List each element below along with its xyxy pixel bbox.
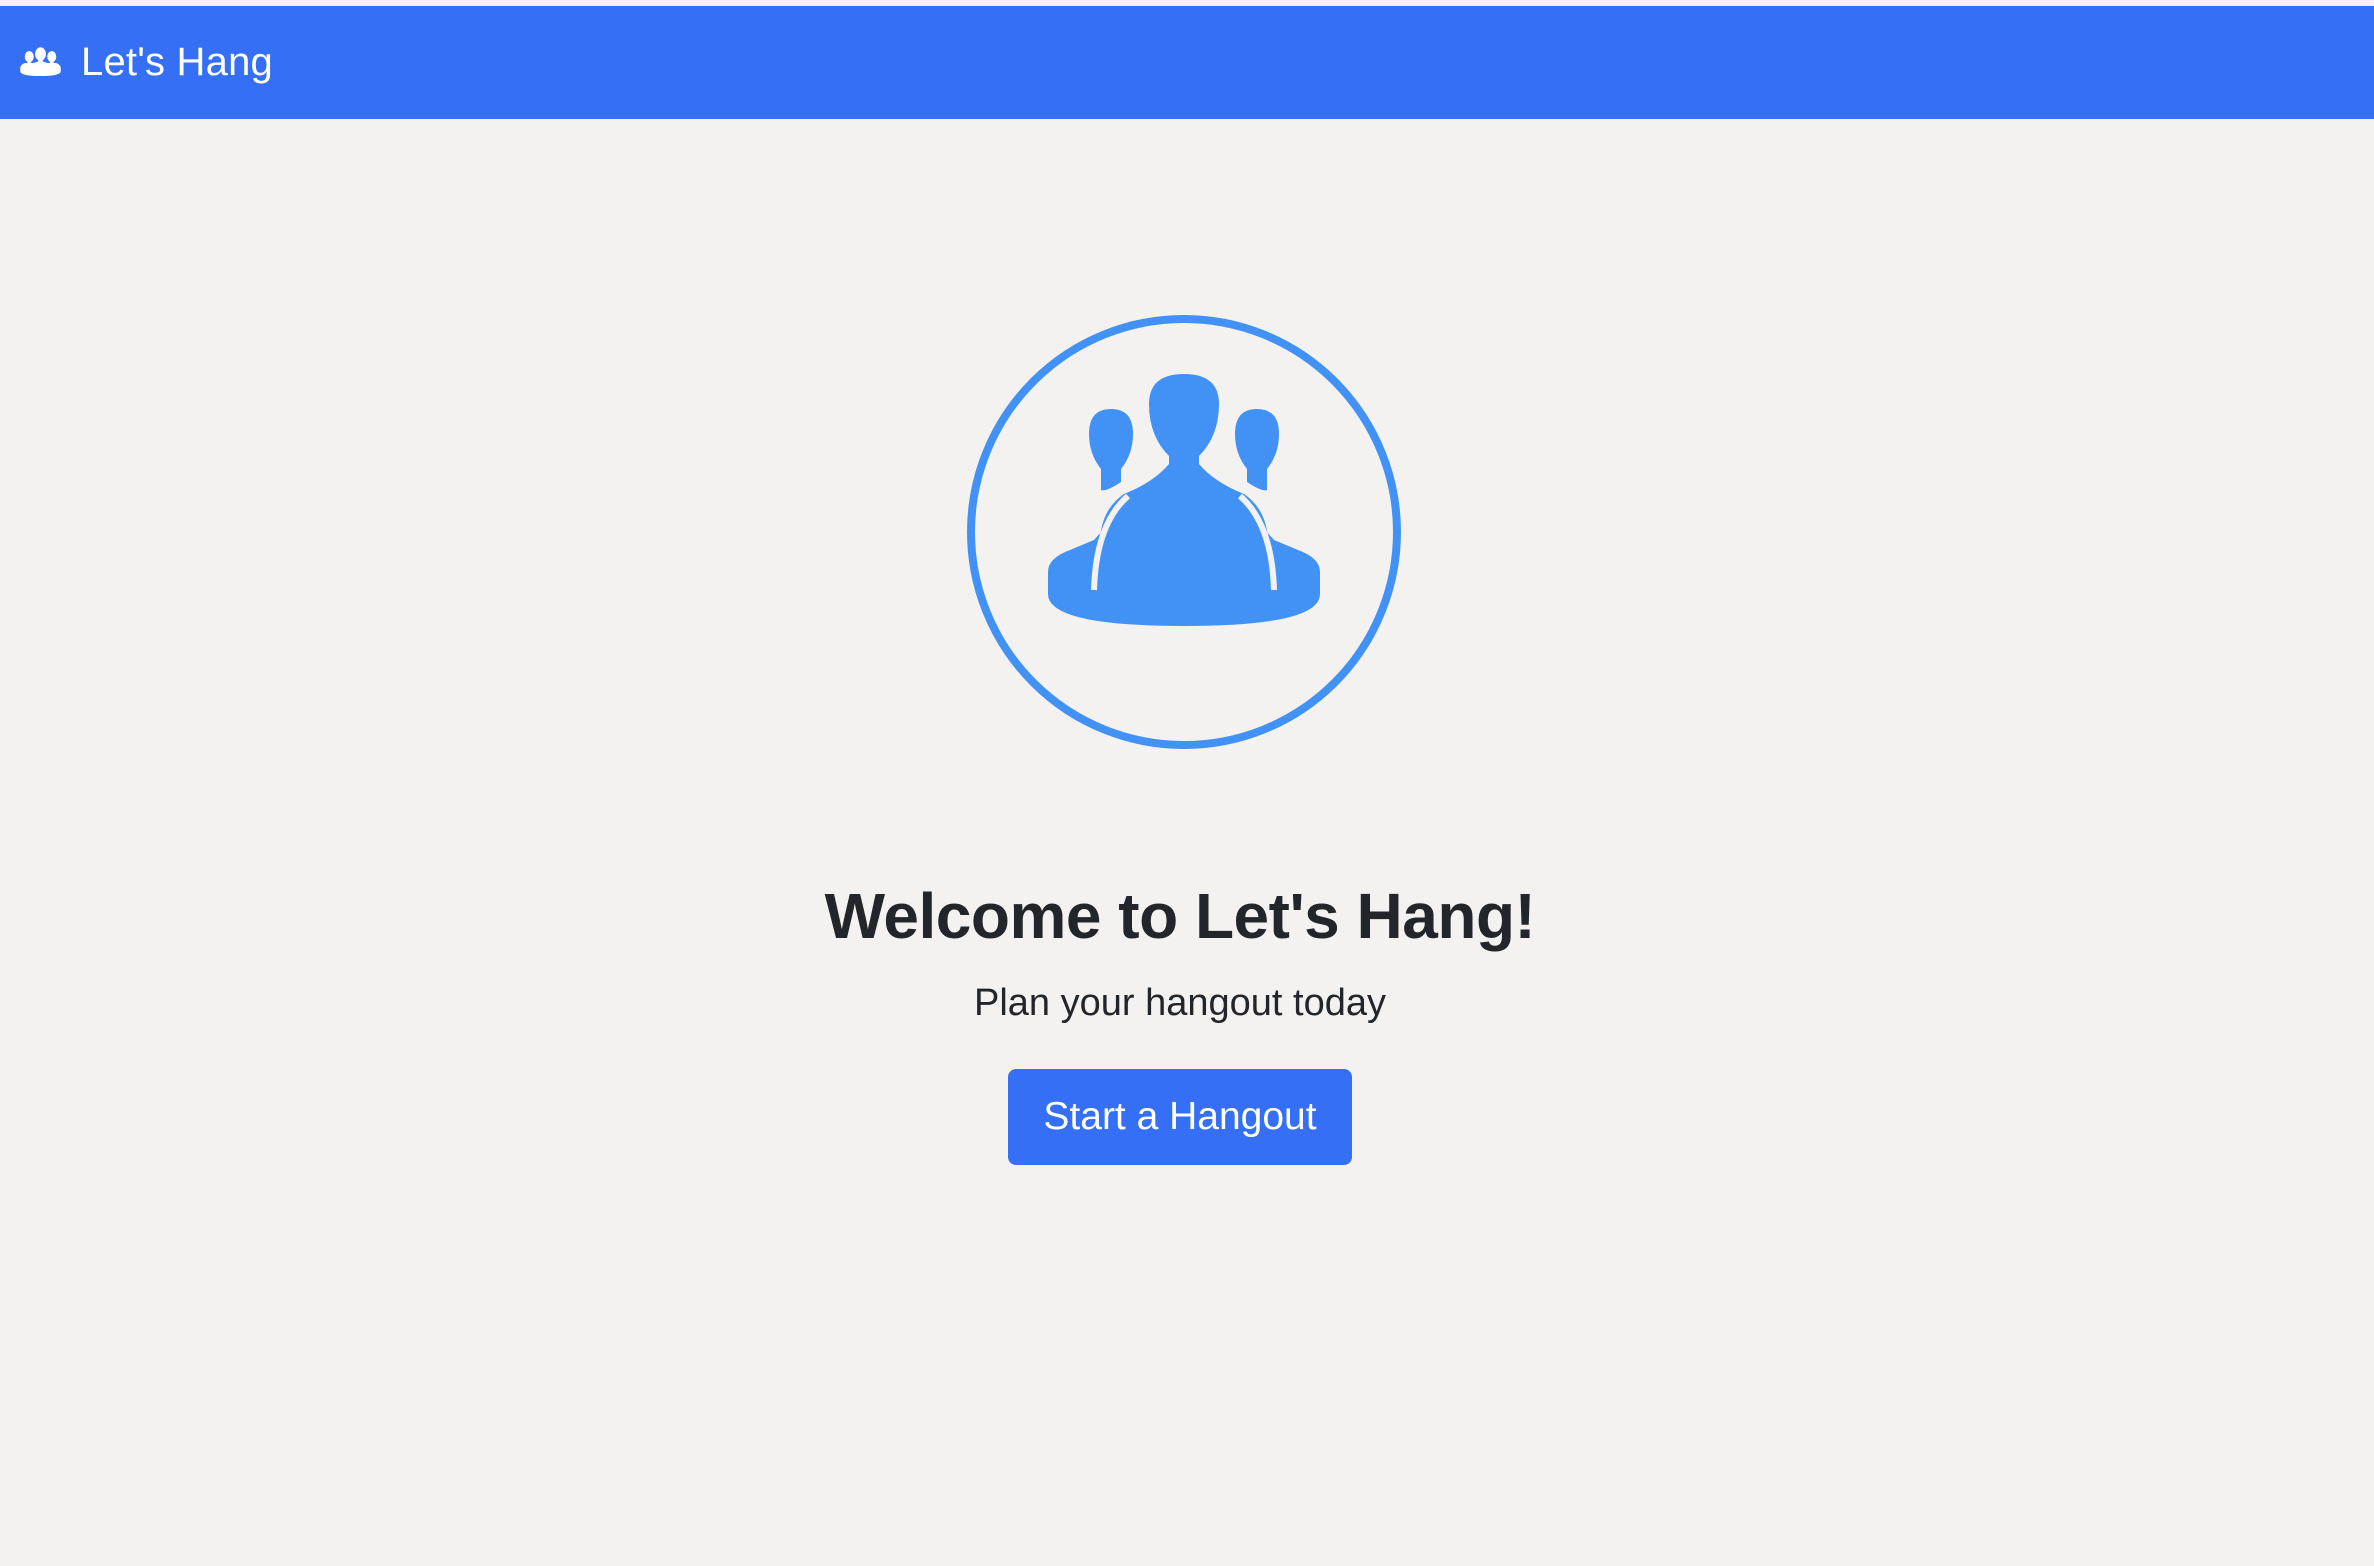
people-group-icon: [967, 315, 1401, 749]
start-hangout-button[interactable]: Start a Hangout: [1008, 1069, 1352, 1165]
brand-link[interactable]: Let's Hang: [18, 40, 273, 85]
page: Let's Hang Welcome to Let's Hang! Plan y…: [0, 0, 2374, 1566]
brand-title: Let's Hang: [81, 40, 273, 84]
hero-section: Welcome to Let's Hang! Plan your hangout…: [0, 119, 2374, 1560]
welcome-heading: Welcome to Let's Hang!: [824, 880, 1536, 952]
welcome-subtitle: Plan your hangout today: [974, 982, 1386, 1024]
navbar: Let's Hang: [0, 6, 2374, 119]
hero-icon-circle: [966, 314, 1402, 750]
people-group-icon: [18, 45, 63, 81]
